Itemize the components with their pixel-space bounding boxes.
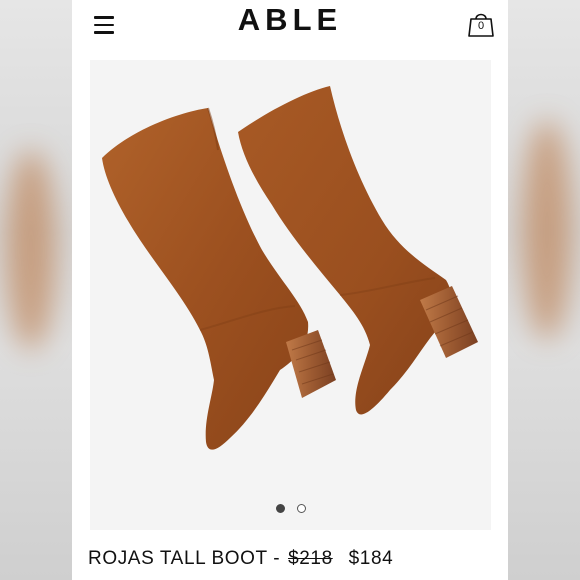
site-header: ABLE 0 [72, 0, 508, 50]
cart-count: 0 [477, 20, 485, 32]
product-name: ROJAS TALL BOOT - [88, 548, 281, 569]
product-page: ABLE 0 ROJAS TALL BOOT - $218 $184 [72, 0, 508, 580]
image-carousel-dots [90, 500, 491, 518]
blurred-background-left [0, 0, 72, 580]
carousel-dot-2[interactable] [296, 504, 306, 513]
product-image[interactable] [90, 60, 491, 530]
sale-price: $184 [348, 548, 394, 569]
blurred-background-right [508, 0, 580, 580]
product-title-row: ROJAS TALL BOOT - $218 $184 [88, 548, 393, 570]
cart-button[interactable]: 0 [468, 10, 494, 38]
carousel-dot-1[interactable] [275, 504, 285, 513]
boots-illustration [102, 86, 478, 450]
brand-logo[interactable]: ABLE [72, 2, 508, 38]
original-price: $218 [288, 548, 333, 569]
